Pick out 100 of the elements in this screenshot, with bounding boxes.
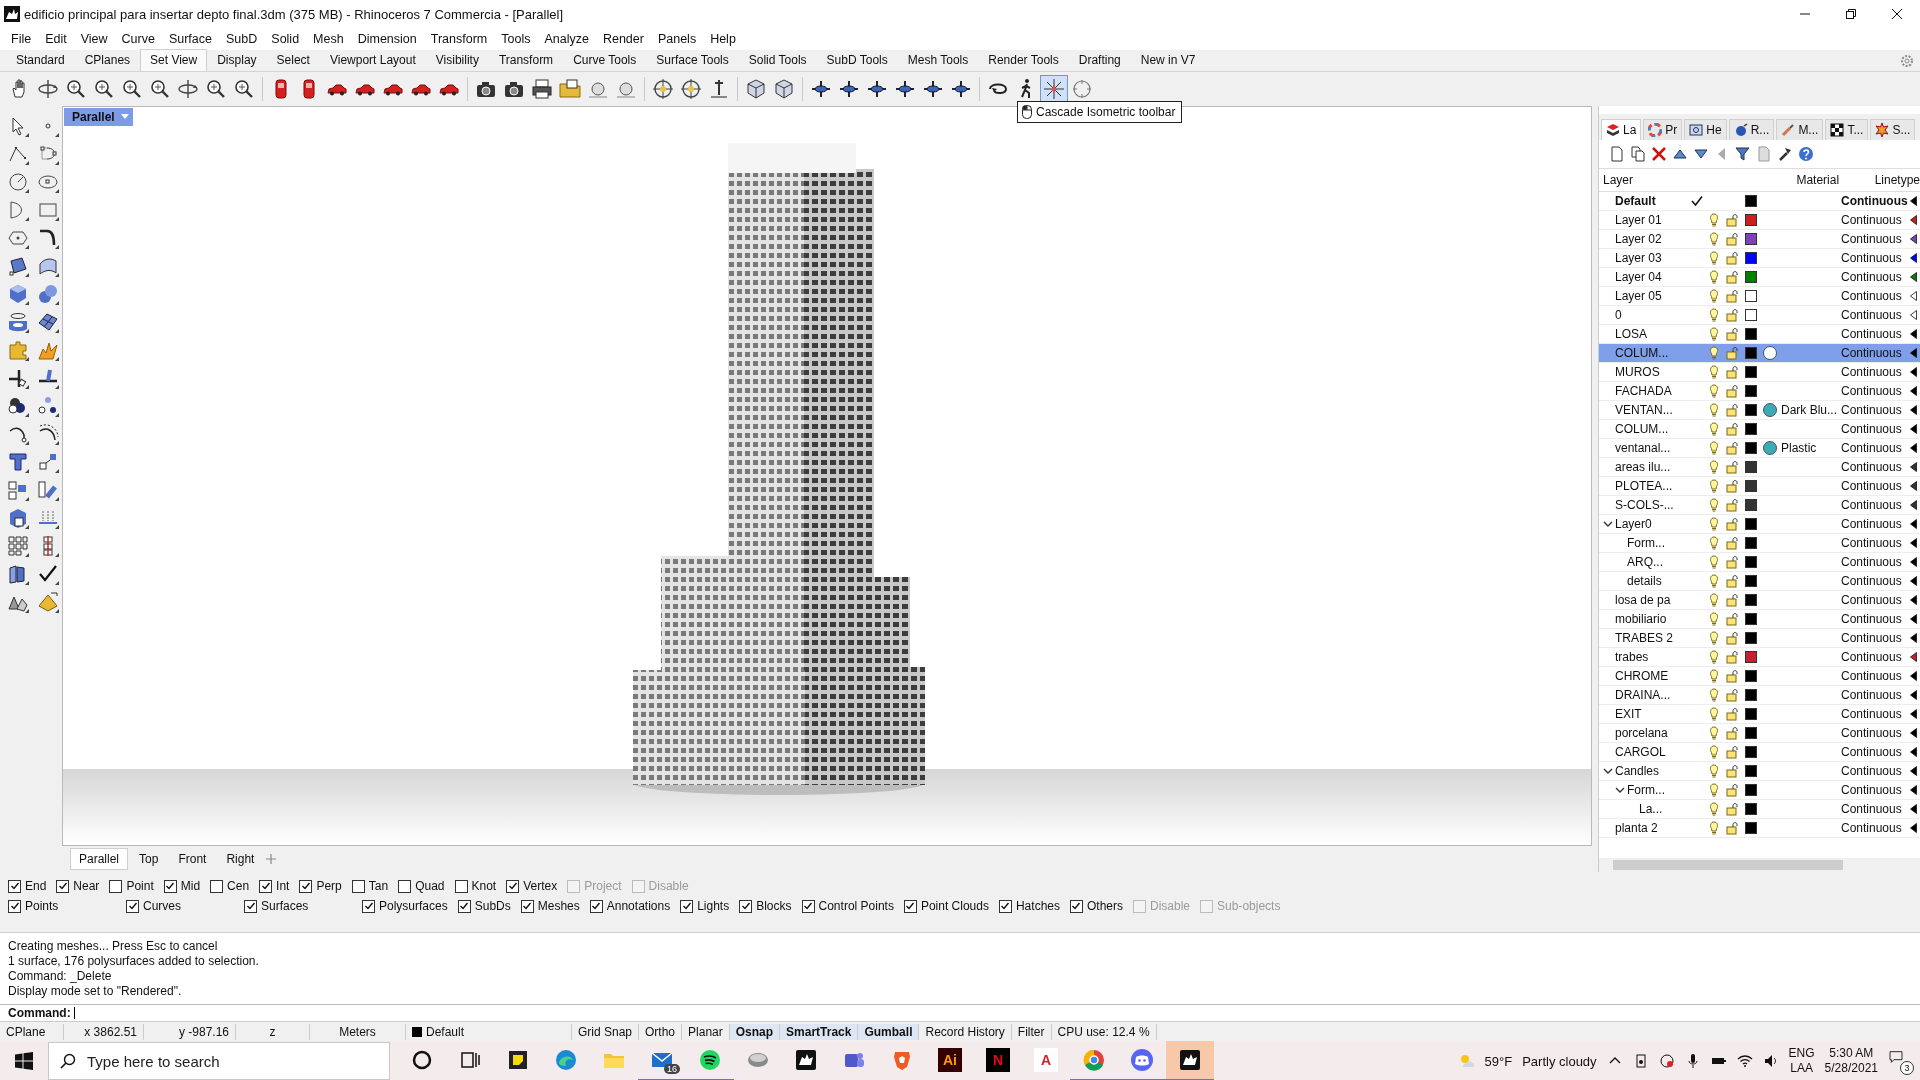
color-swatch[interactable] <box>1745 518 1757 530</box>
weather-condition[interactable]: Partly cloudy <box>1522 1053 1597 1069</box>
color-swatch[interactable] <box>1745 746 1757 758</box>
lightbulb-icon[interactable] <box>1707 327 1721 341</box>
checkbox[interactable]: Knot <box>454 879 497 893</box>
cplane-label[interactable]: CPlane <box>0 1023 64 1040</box>
menu-item[interactable]: Analyze <box>537 32 596 46</box>
menu-item[interactable]: Panels <box>650 32 704 46</box>
language-code[interactable]: ENG <box>1788 1046 1815 1061</box>
layer-row[interactable]: La... Continuous <box>1599 800 1920 819</box>
layer-row[interactable]: CARGOL Continuous <box>1599 743 1920 762</box>
restore-icon[interactable] <box>1846 9 1856 19</box>
tools-icon[interactable] <box>1777 146 1793 162</box>
checkbox[interactable]: Quad <box>398 879 445 893</box>
lightbulb-icon[interactable] <box>1707 650 1721 664</box>
column-header[interactable]: Linetype <box>1870 173 1920 187</box>
toolbar-tab[interactable]: Drafting <box>1068 49 1131 71</box>
unlocked-padlock-icon[interactable] <box>1725 726 1739 740</box>
lightbulb-icon[interactable] <box>1707 403 1721 417</box>
menu-item[interactable]: Transform <box>423 32 495 46</box>
menu-item[interactable]: Surface <box>161 32 219 46</box>
toolbar-tab[interactable]: Mesh Tools <box>897 49 979 71</box>
expand-caret-icon[interactable] <box>1603 519 1613 529</box>
status-toggle[interactable]: Gumball <box>858 1023 920 1040</box>
color-swatch[interactable] <box>1745 442 1757 454</box>
horizontal-scrollbar[interactable] <box>1599 858 1920 872</box>
lightbulb-icon[interactable] <box>1707 289 1721 303</box>
checkbox[interactable]: Others <box>1070 899 1123 913</box>
unlocked-padlock-icon[interactable] <box>1725 289 1739 303</box>
checkbox[interactable]: Points <box>8 899 116 913</box>
unlocked-padlock-icon[interactable] <box>1725 384 1739 398</box>
toolbar-tab[interactable]: Surface Tools <box>646 49 739 71</box>
checkbox[interactable]: Point Clouds <box>903 899 989 913</box>
layer-row[interactable]: COLUM... Continuous <box>1599 344 1920 363</box>
color-swatch[interactable] <box>1745 651 1757 663</box>
language-code[interactable]: LAA <box>1790 1061 1813 1076</box>
layer-row[interactable]: 0 Continuous <box>1599 306 1920 325</box>
status-toggle[interactable]: Osnap <box>729 1023 781 1040</box>
color-swatch[interactable] <box>1745 195 1757 207</box>
taskbar-app-button[interactable]: 16 <box>638 1041 686 1080</box>
unlocked-padlock-icon[interactable] <box>1725 802 1739 816</box>
layer-row[interactable]: TRABES 2 Continuous <box>1599 629 1920 648</box>
status-toggle[interactable]: Filter <box>1011 1023 1052 1040</box>
layer-row[interactable]: Layer 02 Continuous <box>1599 230 1920 249</box>
unlocked-padlock-icon[interactable] <box>1725 821 1739 835</box>
units-label[interactable]: Meters <box>310 1023 406 1040</box>
expand-caret-icon[interactable] <box>1615 785 1625 795</box>
layer-row[interactable]: PLOTEA... Continuous <box>1599 477 1920 496</box>
viewport-tab[interactable]: Front <box>169 848 216 870</box>
checkbox[interactable]: Hatches <box>998 899 1060 913</box>
unlocked-padlock-icon[interactable] <box>1725 251 1739 265</box>
current-layer-pane[interactable]: Default <box>406 1023 572 1040</box>
unlocked-padlock-icon[interactable] <box>1725 460 1739 474</box>
lightbulb-icon[interactable] <box>1707 536 1721 550</box>
layer-row[interactable]: mobiliario Continuous <box>1599 610 1920 629</box>
color-swatch[interactable] <box>1745 784 1757 796</box>
column-header[interactable]: Layer <box>1599 173 1793 187</box>
layer-row[interactable]: MUROS Continuous <box>1599 363 1920 382</box>
layer-row[interactable]: trabes Continuous <box>1599 648 1920 667</box>
color-swatch[interactable] <box>1745 366 1757 378</box>
color-swatch[interactable] <box>1745 727 1757 739</box>
layer-row[interactable]: Default Continuous <box>1599 192 1920 211</box>
layer-row[interactable]: Layer 05 Continuous <box>1599 287 1920 306</box>
lightbulb-icon[interactable] <box>1707 498 1721 512</box>
color-swatch[interactable] <box>1745 385 1757 397</box>
lightbulb-icon[interactable] <box>1707 346 1721 360</box>
layer-row[interactable]: Layer0 Continuous <box>1599 515 1920 534</box>
checkbox[interactable]: Cen <box>210 879 250 893</box>
checkbox[interactable]: Tan <box>351 879 389 893</box>
unlocked-padlock-icon[interactable] <box>1725 308 1739 322</box>
layer-row[interactable]: ventanal... Plastic Continuous <box>1599 439 1920 458</box>
toolbar-tab[interactable]: Select <box>266 49 320 71</box>
lightbulb-icon[interactable] <box>1707 688 1721 702</box>
color-swatch[interactable] <box>1745 632 1757 644</box>
color-swatch[interactable] <box>1745 708 1757 720</box>
lightbulb-icon[interactable] <box>1707 479 1721 493</box>
unlocked-padlock-icon[interactable] <box>1725 232 1739 246</box>
wifi-icon[interactable] <box>1736 1053 1753 1069</box>
unlocked-padlock-icon[interactable] <box>1725 403 1739 417</box>
checkbox[interactable]: Control Points <box>801 899 894 913</box>
unlocked-padlock-icon[interactable] <box>1725 517 1739 531</box>
isometric-icon[interactable] <box>1040 75 1068 103</box>
color-swatch[interactable] <box>1745 423 1757 435</box>
lightbulb-icon[interactable] <box>1707 593 1721 607</box>
menu-item[interactable]: Tools <box>494 32 538 46</box>
unlocked-padlock-icon[interactable] <box>1725 346 1739 360</box>
lightbulb-icon[interactable] <box>1707 251 1721 265</box>
panel-tab[interactable]: T... <box>1825 119 1869 140</box>
toolbar-tab[interactable]: CPlanes <box>74 49 141 71</box>
layer-row[interactable]: planta 2 Continuous <box>1599 819 1920 838</box>
viewport-tab[interactable]: Parallel <box>70 848 129 870</box>
layer-row[interactable]: Form... Continuous <box>1599 534 1920 553</box>
checkbox[interactable]: Curves <box>126 899 234 913</box>
menu-item[interactable]: Dimension <box>350 32 424 46</box>
layer-row[interactable]: CHROME Continuous <box>1599 667 1920 686</box>
color-swatch[interactable] <box>1745 594 1757 606</box>
toolbar-tab[interactable]: Display <box>207 49 267 71</box>
menu-item[interactable]: View <box>73 32 115 46</box>
checkbox[interactable]: SubDs <box>457 899 511 913</box>
lightbulb-icon[interactable] <box>1707 555 1721 569</box>
